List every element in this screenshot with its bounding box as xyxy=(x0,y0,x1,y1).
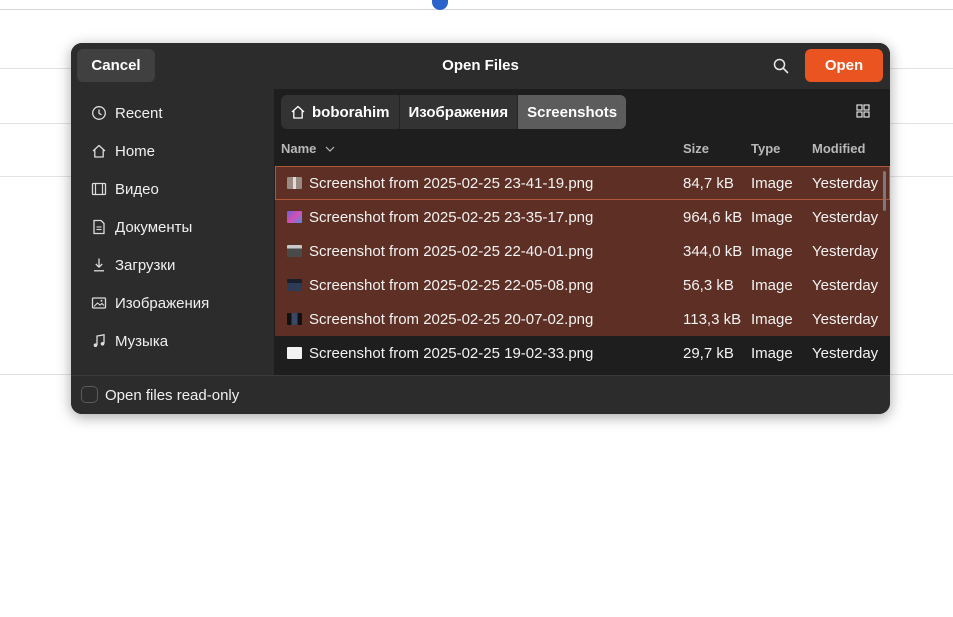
breadcrumb-screenshots[interactable]: Screenshots xyxy=(518,95,627,129)
table-row[interactable]: Screenshot from 2025-02-25 22-05-08.png … xyxy=(275,268,890,302)
file-type: Image xyxy=(751,310,793,328)
document-icon xyxy=(90,218,108,236)
sidebar-item-pictures[interactable]: Изображения xyxy=(71,284,274,322)
sidebar-item-label: Home xyxy=(115,142,156,160)
file-thumbnail xyxy=(287,211,302,223)
column-header-size[interactable]: Size xyxy=(683,141,709,156)
file-type: Image xyxy=(751,208,793,226)
file-thumbnail xyxy=(287,279,302,291)
places-sidebar: Recent Home Видео Документы Загрузки Изо… xyxy=(71,89,274,414)
breadcrumb-pictures[interactable]: Изображения xyxy=(399,95,519,129)
table-row[interactable]: Screenshot from 2025-02-25 23-35-17.png … xyxy=(275,200,890,234)
file-size: 344,0 kB xyxy=(683,242,743,260)
table-row[interactable]: Screenshot from 2025-02-25 19-02-33.png … xyxy=(275,336,890,370)
file-type: Image xyxy=(751,174,793,192)
file-type: Image xyxy=(751,242,793,260)
column-header-label: Name xyxy=(281,141,317,156)
background-top-bar xyxy=(0,0,953,10)
download-icon xyxy=(90,256,108,274)
file-thumbnail xyxy=(287,347,302,359)
file-list-panel: boborahim Изображения Screenshots Name S… xyxy=(274,89,890,375)
open-files-dialog: Cancel Open Files Open Recent Home Видео… xyxy=(71,43,890,414)
chevron-down-icon xyxy=(325,146,335,152)
search-button[interactable] xyxy=(767,53,795,79)
file-type: Image xyxy=(751,276,793,294)
column-header-type[interactable]: Type xyxy=(751,141,780,156)
file-size: 964,6 kB xyxy=(683,208,743,226)
sidebar-item-label: Recent xyxy=(115,104,163,122)
file-modified: Yesterday xyxy=(812,242,879,260)
file-thumbnail xyxy=(287,177,302,189)
file-name: Screenshot from 2025-02-25 22-40-01.png xyxy=(309,242,594,260)
breadcrumb-label: boborahim xyxy=(312,103,390,121)
sidebar-item-recent[interactable]: Recent xyxy=(71,94,274,132)
sidebar-item-documents[interactable]: Документы xyxy=(71,208,274,246)
readonly-checkbox[interactable] xyxy=(81,386,98,403)
file-name: Screenshot from 2025-02-25 23-41-19.png xyxy=(309,174,594,192)
table-row[interactable]: Screenshot from 2025-02-25 20-07-02.png … xyxy=(275,302,890,336)
sidebar-item-label: Документы xyxy=(115,218,193,236)
home-icon xyxy=(90,142,108,160)
sidebar-item-downloads[interactable]: Загрузки xyxy=(71,246,274,284)
search-icon xyxy=(773,58,789,74)
dialog-footer: Open files read-only xyxy=(71,375,890,414)
file-name: Screenshot from 2025-02-25 22-05-08.png xyxy=(309,276,594,294)
sidebar-item-label: Изображения xyxy=(115,294,210,312)
sidebar-item-music[interactable]: Музыка xyxy=(71,322,274,360)
file-thumbnail xyxy=(287,313,302,325)
open-button[interactable]: Open xyxy=(805,49,883,82)
file-thumbnail xyxy=(287,245,302,257)
grid-icon xyxy=(856,104,870,118)
breadcrumb: boborahim Изображения Screenshots xyxy=(281,95,627,129)
file-size: 56,3 kB xyxy=(683,276,734,294)
breadcrumb-home[interactable]: boborahim xyxy=(281,95,400,129)
dialog-header: Cancel Open Files Open xyxy=(71,43,890,89)
scrollbar[interactable] xyxy=(883,171,886,211)
file-name: Screenshot from 2025-02-25 19-02-33.png xyxy=(309,344,594,362)
file-modified: Yesterday xyxy=(812,208,879,226)
file-modified: Yesterday xyxy=(812,276,879,294)
film-icon xyxy=(90,180,108,198)
image-icon xyxy=(90,294,108,312)
column-header-modified[interactable]: Modified xyxy=(812,141,865,156)
sidebar-item-home[interactable]: Home xyxy=(71,132,274,170)
readonly-label: Open files read-only xyxy=(105,387,240,404)
table-row[interactable]: Screenshot from 2025-02-25 23-41-19.png … xyxy=(275,166,890,200)
file-size: 113,3 kB xyxy=(683,310,742,328)
file-modified: Yesterday xyxy=(812,344,879,362)
clock-icon xyxy=(90,104,108,122)
file-size: 84,7 kB xyxy=(683,174,734,192)
grid-view-button[interactable] xyxy=(856,104,872,120)
file-name: Screenshot from 2025-02-25 20-07-02.png xyxy=(309,310,594,328)
music-icon xyxy=(90,332,108,350)
column-header-name[interactable]: Name xyxy=(281,141,335,156)
file-name: Screenshot from 2025-02-25 23-35-17.png xyxy=(309,208,594,226)
file-type: Image xyxy=(751,344,793,362)
file-modified: Yesterday xyxy=(812,174,879,192)
file-modified: Yesterday xyxy=(812,310,879,328)
file-size: 29,7 kB xyxy=(683,344,734,362)
sidebar-item-label: Загрузки xyxy=(115,256,176,274)
sidebar-item-label: Видео xyxy=(115,180,159,198)
table-row[interactable]: Screenshot from 2025-02-25 22-40-01.png … xyxy=(275,234,890,268)
home-icon xyxy=(291,105,305,119)
sidebar-item-videos[interactable]: Видео xyxy=(71,170,274,208)
sidebar-item-label: Музыка xyxy=(115,332,169,350)
